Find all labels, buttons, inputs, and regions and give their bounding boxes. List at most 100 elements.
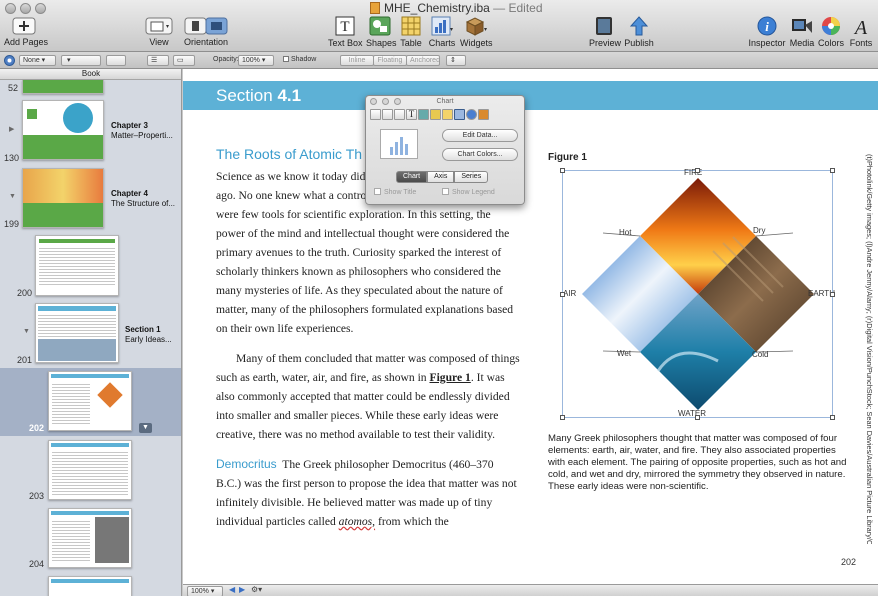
inspector-button[interactable]: i Inspector — [748, 16, 786, 48]
four-elements-figure[interactable]: FIRE WATER AIR EARTH Hot Dry Wet Cold — [560, 168, 835, 420]
wrap-inspector-icon[interactable] — [394, 109, 405, 120]
previous-page-icon[interactable]: ◀ — [229, 585, 235, 594]
view-button[interactable]: View — [143, 17, 175, 47]
page-number: 202 — [29, 423, 45, 433]
page-200-thumbnail[interactable] — [35, 235, 119, 296]
widget-inspector-icon[interactable] — [478, 109, 489, 120]
disclosure-triangle-icon[interactable]: ▶ — [9, 125, 14, 133]
dry-label: Dry — [753, 226, 766, 235]
page-205-thumbnail[interactable] — [48, 576, 132, 596]
align-button[interactable]: ▭ — [173, 55, 195, 66]
paragraph-2: Many of them concluded that matter was c… — [216, 352, 520, 441]
stroke-style-select[interactable]: None ▾ — [19, 55, 56, 66]
window-toolbar: MHE_Chemistry.iba — Edited Add Pages Vie… — [0, 0, 878, 52]
edit-data-button[interactable]: Edit Data... — [442, 129, 518, 142]
link-inspector-icon[interactable] — [466, 109, 477, 120]
text-box-button[interactable]: T Text Box — [328, 16, 363, 48]
stroke-color-well[interactable] — [106, 55, 126, 66]
table-button[interactable]: Table — [398, 16, 424, 48]
resize-handle[interactable] — [560, 415, 565, 420]
text-box-icon: T — [335, 16, 355, 36]
resize-handle[interactable] — [560, 168, 565, 173]
graphic-inspector-icon[interactable] — [418, 109, 429, 120]
page-203-thumbnail[interactable] — [48, 440, 132, 500]
close-window-button[interactable] — [5, 3, 16, 14]
tab-series[interactable]: Series — [454, 171, 489, 183]
charts-button[interactable]: Charts — [428, 16, 456, 48]
page-options-chevron-icon[interactable]: ▼ — [139, 423, 152, 433]
document-inspector-icon[interactable] — [370, 109, 381, 120]
section-title[interactable]: Section 4.1 — [216, 86, 301, 106]
page-201-thumbnail[interactable] — [35, 303, 119, 363]
fonts-button[interactable]: A Fonts — [848, 16, 874, 48]
minimize-window-button[interactable] — [20, 3, 31, 14]
opacity-label: Opacity: — [213, 56, 239, 63]
stroke-width-select[interactable]: ▾ — [61, 55, 101, 66]
water-label: WATER — [678, 409, 706, 418]
charts-icon — [431, 16, 453, 36]
book-sidebar: Book 52 ▶ 130 Chapter 3 Matter–Properti..… — [0, 69, 182, 596]
metrics-inspector-icon[interactable] — [430, 109, 441, 120]
four-elements-diamond — [582, 178, 814, 410]
chapter-4-thumbnail[interactable] — [22, 168, 104, 228]
shapes-button[interactable]: Shapes — [366, 16, 397, 48]
format-style-icon[interactable] — [4, 55, 15, 66]
page-204-thumbnail[interactable] — [48, 508, 132, 568]
body-text-block[interactable]: Science as we know it today did not exis… — [216, 167, 521, 531]
preview-button[interactable]: Preview — [589, 16, 621, 48]
resize-handle[interactable] — [695, 415, 700, 420]
svg-text:(t)Photolink/Getty images; (l): (t)Photolink/Getty images; (l)Andre Jenn… — [865, 154, 874, 544]
arrange-select[interactable]: ⇕ — [446, 55, 466, 66]
layout-inspector-icon[interactable] — [382, 109, 393, 120]
inspector-tab-icons: T — [370, 109, 522, 121]
disclosure-triangle-icon[interactable]: ▼ — [9, 193, 16, 200]
page-number: 199 — [4, 219, 20, 229]
info-icon: i — [757, 16, 777, 36]
tab-axis[interactable]: Axis — [427, 171, 455, 183]
table-inspector-icon[interactable] — [442, 109, 453, 120]
inspector-tabs: Chart Axis Series — [396, 171, 489, 183]
resize-handle[interactable] — [830, 292, 835, 297]
shadow-checkbox[interactable]: Shadow — [283, 56, 316, 63]
wrap-button[interactable]: ☰ — [147, 55, 169, 66]
page-number: 130 — [4, 153, 20, 163]
lesson-heading[interactable]: The Roots of Atomic Th — [216, 146, 362, 162]
misspelled-word: atomos, — [338, 515, 376, 528]
resize-handle[interactable] — [830, 168, 835, 173]
page-thumbnail[interactable] — [22, 80, 104, 94]
chart-colors-button[interactable]: Chart Colors... — [442, 148, 518, 161]
figure-1-link[interactable]: Figure 1 — [429, 371, 470, 384]
next-page-icon[interactable]: ▶ — [239, 585, 245, 594]
gear-icon[interactable]: ⚙▾ — [251, 585, 262, 594]
resize-handle[interactable] — [560, 292, 565, 297]
opacity-field[interactable]: 100% ▾ — [238, 55, 274, 66]
disclosure-triangle-icon[interactable]: ▼ — [23, 328, 30, 335]
orientation-button[interactable]: Orientation — [184, 17, 228, 47]
colors-button[interactable]: Colors — [818, 16, 844, 48]
page-202-thumbnail[interactable] — [48, 371, 132, 431]
tab-chart[interactable]: Chart — [396, 171, 428, 183]
text-inspector-icon[interactable]: T — [406, 109, 417, 120]
widgets-button[interactable]: Widgets — [460, 16, 493, 48]
chart-type-preview[interactable] — [380, 129, 418, 159]
figure-caption[interactable]: Many Greek philosophers thought that mat… — [548, 433, 848, 493]
shadow-checkbox-box[interactable] — [283, 56, 289, 62]
view-icon — [145, 17, 173, 35]
resize-handle[interactable] — [695, 168, 700, 173]
add-pages-button[interactable]: Add Pages — [4, 17, 48, 47]
chart-inspector-icon[interactable] — [454, 109, 465, 120]
shapes-icon — [369, 16, 391, 36]
show-legend-checkbox[interactable]: Show Legend — [442, 188, 495, 196]
resize-handle[interactable] — [830, 415, 835, 420]
media-button[interactable]: Media — [789, 16, 815, 48]
inline-button[interactable]: Inline — [340, 55, 374, 66]
show-title-checkbox[interactable]: Show Title — [374, 188, 416, 196]
publish-button[interactable]: Publish — [624, 16, 654, 48]
zoom-select[interactable]: 100% ▾ — [187, 586, 223, 596]
chart-inspector-panel[interactable]: Chart T Edit Data... Chart Colors... Cha… — [365, 95, 525, 205]
anchored-button[interactable]: Anchored — [406, 55, 440, 66]
chapter-3-thumbnail[interactable] — [22, 100, 104, 160]
floating-button[interactable]: Floating — [373, 55, 407, 66]
zoom-window-button[interactable] — [35, 3, 46, 14]
document-icon — [370, 2, 380, 14]
